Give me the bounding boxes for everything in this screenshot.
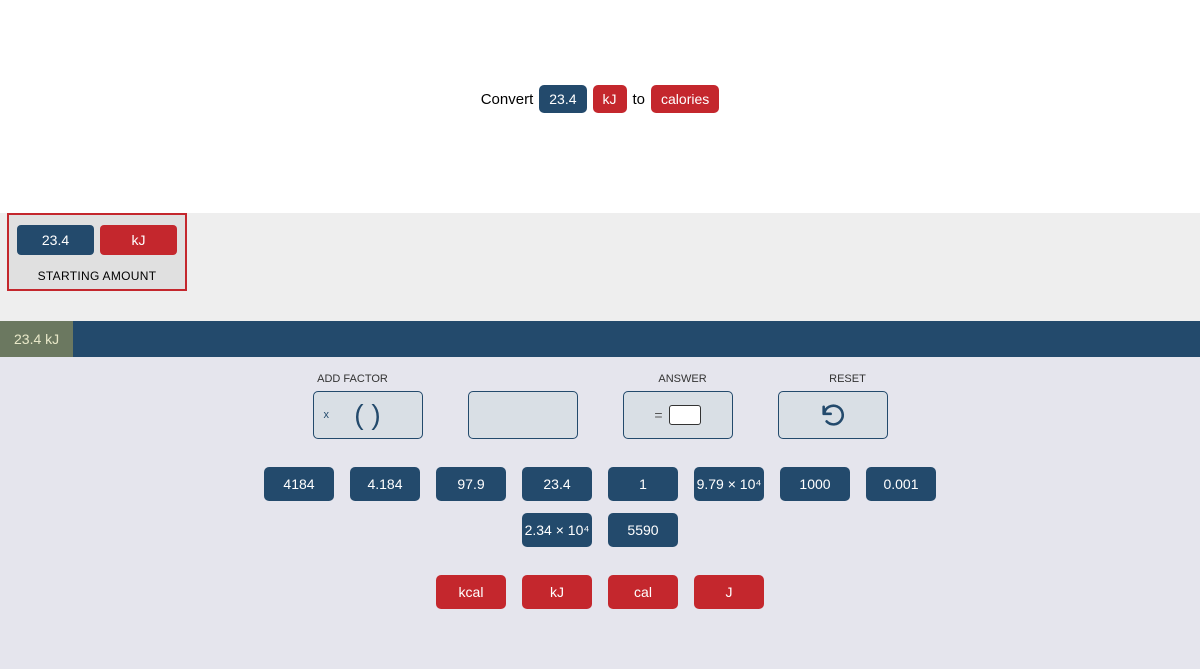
starting-amount-box: 23.4 kJ STARTING AMOUNT xyxy=(7,213,187,291)
parens-icon: ( ) xyxy=(354,399,380,431)
blank-box[interactable] xyxy=(468,391,578,439)
prompt-section: Convert 23.4 kJ to calories xyxy=(0,0,1200,213)
unit-tile[interactable]: J xyxy=(694,575,764,609)
starting-unit-chip[interactable]: kJ xyxy=(100,225,177,255)
number-tile[interactable]: 5590 xyxy=(608,513,678,547)
number-tile[interactable]: 0.001 xyxy=(866,467,936,501)
starting-value-chip[interactable]: 23.4 xyxy=(17,225,94,255)
work-area: 23.4 kJ STARTING AMOUNT xyxy=(0,213,1200,321)
unit-tile[interactable]: cal xyxy=(608,575,678,609)
number-tile[interactable]: 23.4 xyxy=(522,467,592,501)
number-tile[interactable]: 1000 xyxy=(780,467,850,501)
equals-icon: = xyxy=(654,407,662,423)
number-tile[interactable]: 97.9 xyxy=(436,467,506,501)
numbers-row-2: 2.34 × 10⁴ 5590 xyxy=(0,513,1200,547)
number-tile[interactable]: 9.79 × 10⁴ xyxy=(694,467,764,501)
reset-label: RESET xyxy=(788,373,908,385)
undo-icon xyxy=(819,401,847,429)
number-tile[interactable]: 2.34 × 10⁴ xyxy=(522,513,592,547)
starting-label: STARTING AMOUNT xyxy=(17,269,177,283)
add-factor-label: ADD FACTOR xyxy=(293,373,413,385)
numbers-row-1: 4184 4.184 97.9 23.4 1 9.79 × 10⁴ 1000 0… xyxy=(0,467,1200,501)
unit-tile[interactable]: kJ xyxy=(522,575,592,609)
number-tile[interactable]: 1 xyxy=(608,467,678,501)
result-bar: 23.4 kJ xyxy=(0,321,1200,357)
prompt-prefix: Convert xyxy=(481,91,534,108)
prompt-value-chip: 23.4 xyxy=(539,85,586,113)
multiply-icon: x xyxy=(324,409,330,421)
prompt-target-chip: calories xyxy=(651,85,719,113)
unit-tile[interactable]: kcal xyxy=(436,575,506,609)
prompt-unit-chip: kJ xyxy=(593,85,627,113)
units-row: kcal kJ cal J xyxy=(0,575,1200,609)
answer-button[interactable]: = xyxy=(623,391,733,439)
prompt-to: to xyxy=(633,91,646,108)
controls-panel: ADD FACTOR ANSWER RESET x ( ) = 4184 4.1… xyxy=(0,357,1200,669)
number-tile[interactable]: 4184 xyxy=(264,467,334,501)
box-labels-row: ADD FACTOR ANSWER RESET xyxy=(0,373,1200,385)
number-tile[interactable]: 4.184 xyxy=(350,467,420,501)
result-value: 23.4 kJ xyxy=(0,321,73,357)
action-boxes-row: x ( ) = xyxy=(0,391,1200,439)
answer-label: ANSWER xyxy=(623,373,743,385)
add-factor-button[interactable]: x ( ) xyxy=(313,391,423,439)
conversion-prompt: Convert 23.4 kJ to calories xyxy=(481,85,720,113)
reset-button[interactable] xyxy=(778,391,888,439)
answer-slot xyxy=(669,405,701,425)
